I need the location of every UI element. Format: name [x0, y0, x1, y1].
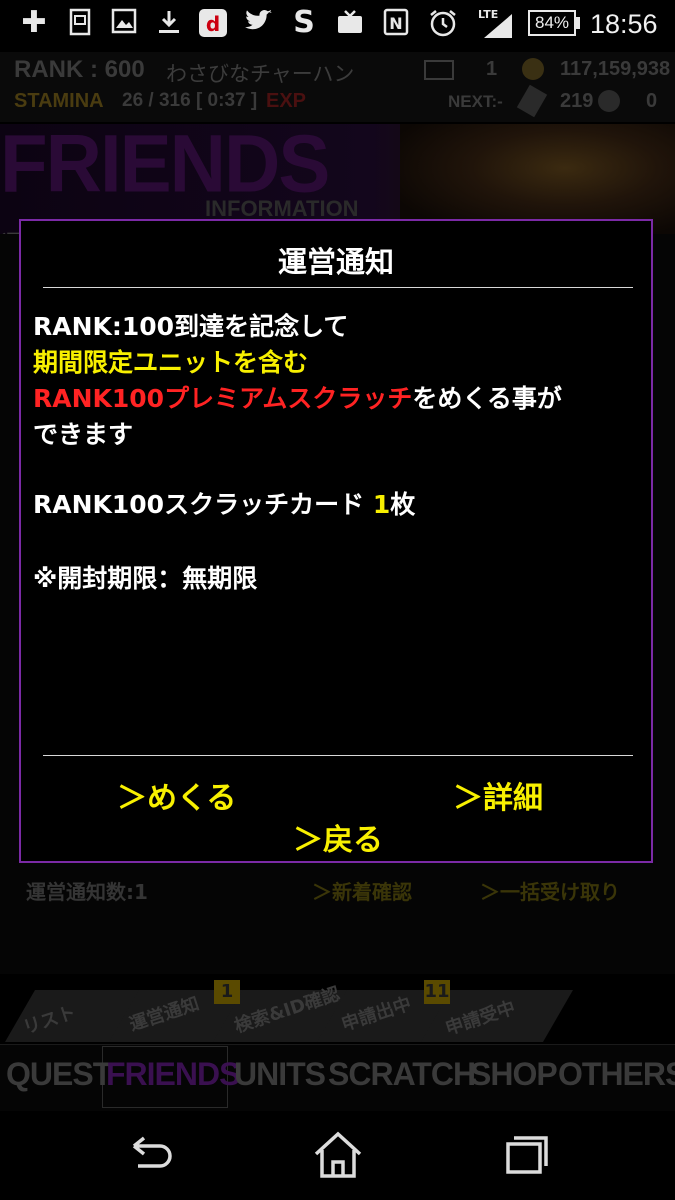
home-icon[interactable]	[308, 1128, 368, 1184]
next-label: NEXT:-	[448, 92, 503, 111]
subtab-sent-badge: 11	[424, 980, 450, 1004]
detail-button[interactable]: ＞詳細	[453, 773, 543, 817]
message-line-3: RANK100プレミアムスクラッチをめくる事が	[33, 381, 562, 417]
stamina-label: STAMINA	[14, 90, 104, 112]
mail-count: 1	[486, 58, 498, 80]
player-name: わさびなチャーハン	[166, 62, 355, 86]
nav-others[interactable]: OTHERS	[558, 1056, 675, 1093]
action-divider	[43, 755, 633, 756]
nfc-icon: N	[382, 8, 410, 38]
back-button[interactable]: ＞戻る	[293, 815, 383, 859]
image-icon	[110, 8, 138, 38]
subtab-notice-badge: 1	[214, 980, 240, 1004]
svg-text:N: N	[389, 14, 402, 33]
title-divider	[43, 287, 633, 288]
card-count: 1	[372, 490, 391, 519]
rank-label: RANK : 600	[14, 56, 145, 83]
alarm-icon	[428, 8, 456, 38]
item-icon	[516, 84, 548, 118]
recent-apps-icon[interactable]	[496, 1128, 556, 1184]
tv-icon	[336, 8, 364, 38]
mail-icon[interactable]	[424, 60, 454, 80]
check-new-button[interactable]: ＞新着確認	[312, 876, 412, 905]
game-header: RANK : 600 わさびなチャーハン 1 117,159,938 STAMI…	[0, 52, 675, 122]
plus-icon: ✚	[21, 5, 47, 40]
nav-quest[interactable]: QUEST	[6, 1056, 112, 1093]
nav-shop[interactable]: SHOP	[470, 1056, 558, 1093]
back-icon[interactable]	[120, 1128, 180, 1184]
card-unit: 枚	[390, 490, 416, 519]
message-line-2: 期間限定ユニットを含む	[33, 348, 309, 377]
premium-scratch-name: RANK100プレミアムスクラッチ	[33, 384, 413, 413]
expiry-note: ※開封期限：無期限	[33, 564, 258, 593]
flip-button[interactable]: ＞めくる	[117, 773, 236, 817]
s-app-icon: S	[293, 5, 315, 40]
receive-all-button[interactable]: ＞一括受け取り	[480, 876, 620, 905]
item-count: 219	[560, 90, 594, 112]
character-art	[400, 124, 675, 234]
battery-percent: 84%	[534, 13, 570, 32]
message-line-3-rest: をめくる事が	[412, 384, 562, 413]
gem-icon	[598, 90, 620, 112]
coin-count: 117,159,938	[560, 58, 671, 80]
svg-text:d: d	[206, 12, 220, 36]
nav-friends[interactable]: FRIENDS	[106, 1056, 240, 1093]
message-line-4: できます	[33, 420, 134, 449]
nav-units[interactable]: UNITS	[234, 1056, 326, 1093]
exp-label: EXP	[266, 90, 307, 112]
message-line-1: RANK:100到達を記念して	[33, 312, 349, 341]
notice-dialog: 運営通知 RANK:100到達を記念して 期間限定ユニットを含む RANK100…	[19, 219, 653, 863]
card-label: RANK100スクラッチカード	[33, 490, 365, 519]
dialog-title: 運営通知	[277, 245, 394, 279]
status-bar: ✚ d S N LTE 84% 18:56	[0, 0, 675, 48]
card-line: RANK100スクラッチカード 1枚	[33, 487, 415, 523]
download-icon	[155, 8, 183, 38]
stamina-value: 26 / 316 [ 0:37 ]	[122, 90, 258, 111]
battery-tip	[576, 17, 580, 29]
d-app-icon: d	[198, 8, 227, 38]
nav-scratch[interactable]: SCRATCH	[328, 1056, 476, 1093]
coin-icon	[522, 58, 544, 80]
clipboard-icon	[66, 8, 94, 38]
twitter-icon	[244, 8, 272, 38]
clock: 18:56	[590, 9, 658, 39]
notice-count: 運営通知数:1	[26, 880, 148, 904]
gem-count: 0	[646, 90, 658, 112]
signal-icon	[482, 12, 512, 42]
